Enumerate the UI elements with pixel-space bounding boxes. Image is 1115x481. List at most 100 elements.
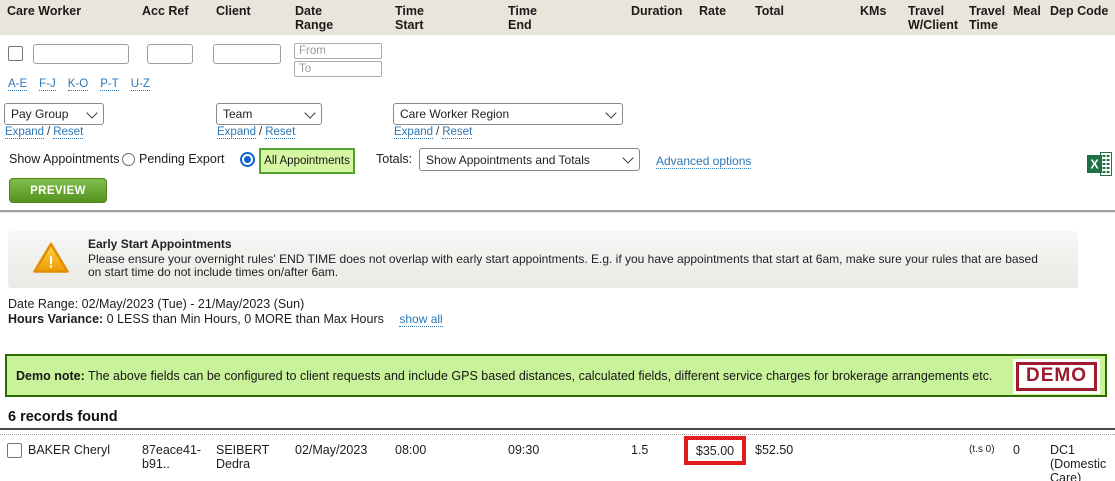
all-appointments-highlight[interactable]: All Appointments [259,148,355,174]
row-meal: 0 [1013,443,1020,457]
rate-highlight-box: $35.00 [684,436,746,465]
col-header-label: Time [508,4,537,18]
demo-note-body: The above fields can be configured to cl… [84,369,993,383]
row-checkbox[interactable] [7,443,22,458]
pending-export-radio[interactable] [122,153,135,166]
alpha-link-u-z[interactable]: U-Z [130,78,150,91]
row-client: SEIBERT [216,443,270,457]
col-header-label: Meal [1013,4,1041,18]
slash-separator: / [259,126,263,138]
team-select[interactable]: Team [216,103,322,125]
col-header-travel-time: Travel Time [969,4,1013,35]
col-header-label: Client [216,4,251,18]
col-header-label: Acc Ref [142,4,189,18]
row-time-start: 08:00 [395,443,427,457]
records-count: 6 records found [8,409,118,425]
col-header-label: Travel [969,4,1006,18]
row-dep-code: DC1 [1050,443,1076,457]
col-header-label: Dep Code [1050,4,1109,18]
alpha-link-k-o[interactable]: K-O [67,78,89,91]
team-select-value: Team [223,107,253,121]
alphabet-filter-links: A-E F-J K-O P-T U-Z [8,78,150,91]
row-time-end: 09:30 [508,443,540,457]
col-header-client: Client [216,4,295,35]
excel-export-icon[interactable]: X [1087,151,1113,180]
demo-note-banner: Demo note: The above fields can be confi… [5,354,1107,397]
pay-group-select[interactable]: Pay Group [4,103,104,125]
table-header-row: Care Worker Acc Ref Client Date Range Tim… [0,0,1115,35]
expand-link[interactable]: Expand [217,126,257,139]
chevron-down-icon [86,106,98,119]
reset-link[interactable]: Reset [53,126,84,139]
date-range-summary-value: 02/May/2023 (Tue) - 21/May/2023 (Sun) [81,297,305,311]
advanced-options-link[interactable]: Advanced options [656,154,752,169]
row-dep-code: Care) [1050,471,1082,481]
row-meal-cell: 0 [1013,443,1050,481]
svg-text:!: ! [48,255,53,272]
expand-link[interactable]: Expand [5,126,45,139]
care-worker-region-select[interactable]: Care Worker Region [393,103,623,125]
reset-link[interactable]: Reset [265,126,296,139]
show-all-link[interactable]: show all [399,312,443,327]
reset-link[interactable]: Reset [442,126,473,139]
row-acc-ref-cell: 87eace41- b91.. [142,443,216,481]
team-expand-reset: Expand / Reset [217,126,296,139]
row-client: Dedra [216,457,251,471]
row-acc-ref: b91.. [142,457,170,471]
date-from-input[interactable] [294,43,382,59]
chevron-down-icon [304,106,316,119]
warning-text: Early Start Appointments Please ensure y… [88,237,1046,280]
date-to-input[interactable] [294,61,382,77]
col-header-time-end: Time End [508,4,631,35]
preview-button-label: PREVIEW [30,184,86,197]
care-worker-region-expand-reset: Expand / Reset [394,126,473,139]
expand-link[interactable]: Expand [394,126,434,139]
pay-group-select-value: Pay Group [11,107,69,121]
col-header-time-start: Time Start [395,4,508,35]
all-appointments-label: All Appointments [264,155,350,167]
alpha-link-p-t[interactable]: P-T [100,78,119,91]
appointment-row: BAKER Cheryl 87eace41- b91.. SEIBERT Ded… [0,443,1115,481]
col-header-label: W/Client [908,18,958,32]
row-kms-cell [860,443,908,481]
alpha-link-f-j[interactable]: F-J [39,78,56,91]
col-header-label: Time [969,18,998,32]
row-total-cell: $52.50 [755,443,860,481]
row-time-end-cell: 09:30 [508,443,631,481]
row-dep-code: (Domestic [1050,457,1107,471]
slash-separator: / [436,126,440,138]
col-header-meal: Meal [1013,4,1050,35]
col-header-label: Date [295,4,323,18]
all-appointments-radio[interactable] [240,152,255,167]
row-care-worker: BAKER Cheryl [28,443,110,457]
col-header-label: Time [395,4,424,18]
slash-separator: / [47,126,51,138]
col-header-label: Range [295,18,334,32]
chevron-down-icon [605,106,617,119]
results-header-divider [0,428,1115,430]
date-range-summary: Date Range: 02/May/2023 (Tue) - 21/May/2… [8,297,304,311]
totals-select-value: Show Appointments and Totals [426,152,590,167]
row-divider [0,434,1115,435]
row-travel-time-note: (t.s 0) [969,444,995,455]
select-all-checkbox[interactable] [8,46,23,61]
chevron-down-icon [622,152,634,164]
col-header-date-range: Date Range [295,4,395,35]
hours-variance-summary: Hours Variance: 0 LESS than Min Hours, 0… [8,312,443,327]
col-header-label: End [508,18,532,32]
client-filter-input[interactable] [213,44,281,64]
preview-button[interactable]: PREVIEW [9,178,107,203]
demo-badge: DEMO [1013,359,1100,394]
acc-ref-filter-input[interactable] [147,44,193,64]
row-travel-time-cell: (t.s 0) [969,443,1013,481]
totals-label: Totals: [376,152,413,166]
col-header-care-worker: Care Worker [7,4,142,35]
alpha-link-a-e[interactable]: A-E [8,78,28,91]
row-client-cell: SEIBERT Dedra [216,443,295,481]
col-header-dep-code: Dep Code [1050,4,1115,35]
totals-select[interactable]: Show Appointments and Totals [419,148,640,171]
row-care-worker-cell: BAKER Cheryl [7,443,142,481]
svg-text:X: X [1090,158,1099,172]
care-worker-filter-input[interactable] [33,44,129,64]
pending-export-label[interactable]: Pending Export [139,152,224,166]
